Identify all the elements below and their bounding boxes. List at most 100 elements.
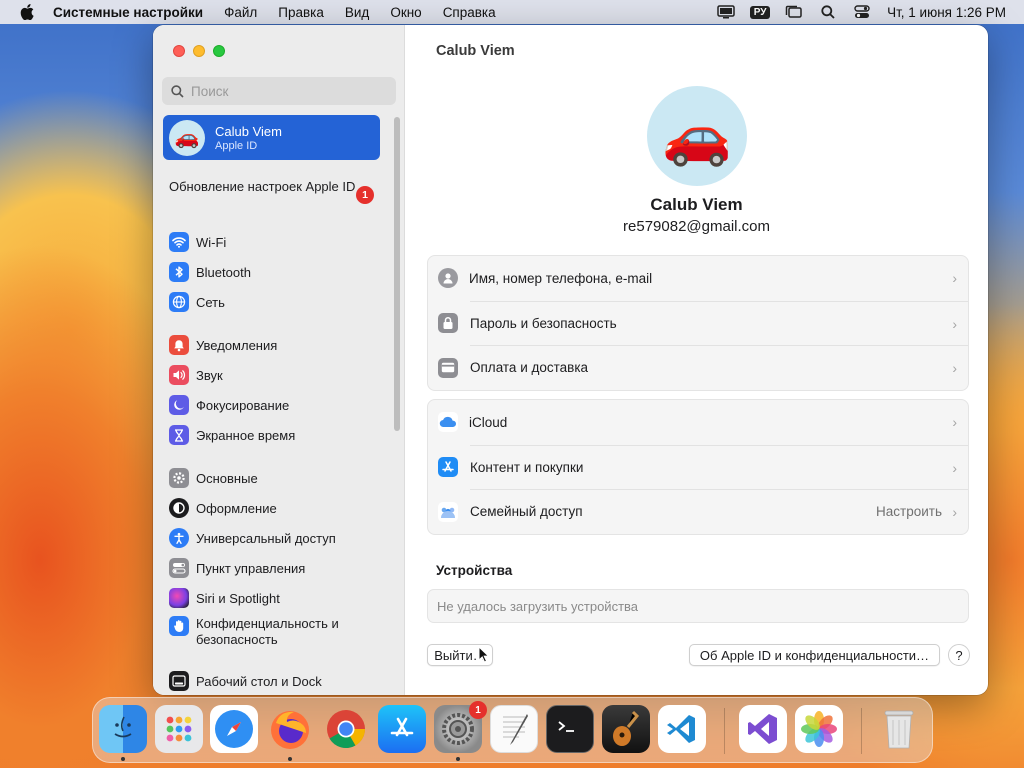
chevron-right-icon: ›	[952, 459, 957, 476]
accessibility-icon	[169, 528, 189, 548]
garageband-icon[interactable]	[602, 705, 650, 753]
row-icloud[interactable]: iCloud ›	[428, 400, 968, 445]
card-icon	[438, 357, 458, 378]
sidebar-item-apple-id[interactable]: 🚗 Calub Viem Apple ID	[163, 115, 380, 160]
chrome-icon[interactable]	[322, 705, 370, 753]
menu-window[interactable]: Окно	[390, 5, 421, 20]
sidebar-item-label: Экранное время	[196, 427, 296, 443]
profile-name: Calub Viem	[650, 195, 743, 214]
update-badge: 1	[356, 186, 374, 204]
stage-manager-icon[interactable]	[783, 3, 805, 21]
devices-list: Не удалось загрузить устройства	[427, 589, 969, 623]
search-icon	[171, 84, 184, 98]
sidebar-item-label: Звук	[196, 367, 223, 383]
dock-icon	[169, 671, 189, 691]
sidebar-item-siri-spotlight[interactable]: Siri и Spotlight	[169, 587, 280, 609]
bluetooth-icon	[169, 262, 189, 282]
chevron-right-icon: ›	[952, 504, 957, 520]
lock-icon	[438, 313, 458, 334]
visual-studio-icon[interactable]	[739, 705, 787, 753]
chevron-right-icon: ›	[952, 315, 957, 332]
sidebar-item-wifi[interactable]: Wi-Fi	[169, 231, 226, 253]
moon-icon	[169, 395, 189, 415]
globe-icon	[169, 292, 189, 312]
person-icon	[438, 268, 458, 289]
system-settings-window: Поиск 🚗 Calub Viem Apple ID Обновление н…	[153, 25, 988, 695]
sidebar-item-label: Уведомления	[196, 337, 278, 353]
dock: 1	[92, 697, 933, 763]
spotlight-search-icon[interactable]	[817, 3, 839, 21]
row-password-security[interactable]: Пароль и безопасность ›	[438, 300, 968, 346]
sidebar-scrollbar[interactable]	[394, 117, 400, 431]
sidebar-item-appearance[interactable]: Оформление	[169, 497, 277, 519]
app-store-icon[interactable]	[378, 705, 426, 753]
about-apple-id-button[interactable]: Об Apple ID и конфиденциальности…	[689, 644, 940, 666]
menu-bar: Системные настройки Файл Правка Вид Окно…	[0, 0, 1024, 24]
sidebar-item-network[interactable]: Сеть	[169, 291, 225, 313]
sidebar-item-bluetooth[interactable]: Bluetooth	[169, 261, 251, 283]
sidebar-item-label: Универсальный доступ	[196, 530, 336, 546]
account-subtitle: Apple ID	[215, 139, 258, 152]
apple-menu-icon[interactable]	[18, 3, 36, 21]
dock-separator	[724, 708, 725, 754]
textedit-icon[interactable]	[490, 705, 538, 753]
sidebar-item-general[interactable]: Основные	[169, 467, 258, 489]
menu-file[interactable]: Файл	[224, 5, 257, 20]
close-button[interactable]	[173, 45, 185, 57]
row-name-phone-email[interactable]: Имя, номер телефона, e-mail ›	[428, 256, 968, 301]
input-source-icon[interactable]: РУ	[749, 3, 771, 21]
row-payment-shipping[interactable]: Оплата и доставка ›	[438, 345, 968, 390]
row-label: Имя, номер телефона, e-mail	[469, 270, 653, 286]
cloud-icon	[438, 412, 458, 433]
sidebar-item-update-apple-id[interactable]: Обновление настроек Apple ID	[169, 179, 369, 195]
menu-view[interactable]: Вид	[345, 5, 369, 20]
menu-app-name[interactable]: Системные настройки	[53, 5, 203, 20]
menu-edit[interactable]: Правка	[278, 5, 324, 20]
zoom-button[interactable]	[213, 45, 225, 57]
search-input[interactable]: Поиск	[162, 77, 396, 105]
sidebar-item-focus[interactable]: Фокусирование	[169, 394, 289, 416]
sidebar-item-label: Сеть	[196, 294, 225, 310]
menu-clock[interactable]: Чт, 1 июня 1:26 PM	[887, 5, 1006, 20]
firefox-running-indicator	[288, 757, 292, 761]
account-settings-group: Имя, номер телефона, e-mail › Пароль и б…	[427, 255, 969, 391]
sidebar-item-screen-time[interactable]: Экранное время	[169, 424, 295, 446]
sidebar-item-notifications[interactable]: Уведомления	[169, 334, 277, 356]
siri-icon	[169, 588, 189, 608]
launchpad-icon[interactable]	[155, 705, 203, 753]
firefox-icon[interactable]	[266, 705, 314, 753]
vscode-icon[interactable]	[658, 705, 706, 753]
profile-avatar[interactable]: 🚗	[647, 86, 747, 186]
sidebar-item-sound[interactable]: Звук	[169, 364, 223, 386]
safari-icon[interactable]	[210, 705, 258, 753]
sidebar-item-label: Оформление	[196, 500, 277, 516]
row-label: Семейный доступ	[470, 504, 583, 520]
page-title: Calub Viem	[436, 43, 515, 59]
chevron-right-icon: ›	[952, 360, 957, 376]
menu-help[interactable]: Справка	[443, 5, 496, 20]
window-controls	[173, 45, 225, 57]
sidebar-item-control-center[interactable]: Пункт управления	[169, 557, 305, 579]
account-name: Calub Viem	[215, 123, 282, 139]
row-media-purchases[interactable]: Контент и покупки ›	[438, 444, 968, 490]
profile-email: re579082@gmail.com	[623, 218, 770, 235]
help-button[interactable]: ?	[948, 644, 970, 666]
sidebar-item-desktop-dock[interactable]: Рабочий стол и Dock	[169, 670, 322, 692]
terminal-icon[interactable]	[546, 705, 594, 753]
trash-icon[interactable]	[875, 705, 923, 753]
appstore-icon	[438, 457, 458, 478]
sidebar-item-label: Фокусирование	[196, 397, 290, 413]
display-icon[interactable]	[715, 3, 737, 21]
minimize-button[interactable]	[193, 45, 205, 57]
control-center-icon[interactable]	[851, 3, 873, 21]
row-label: Контент и покупки	[470, 459, 584, 475]
hand-icon	[169, 616, 189, 636]
sidebar-item-accessibility[interactable]: Универсальный доступ	[169, 527, 336, 549]
finder-icon[interactable]	[99, 705, 147, 753]
photos-icon[interactable]	[795, 705, 843, 753]
sidebar-item-label: Основные	[196, 470, 258, 486]
row-family-sharing[interactable]: Семейный доступ Настроить ›	[438, 489, 968, 534]
row-label: Пароль и безопасность	[470, 315, 617, 331]
speaker-icon	[169, 365, 189, 385]
sidebar-item-privacy-security[interactable]: Конфиденциальность и безопасность	[169, 616, 369, 652]
